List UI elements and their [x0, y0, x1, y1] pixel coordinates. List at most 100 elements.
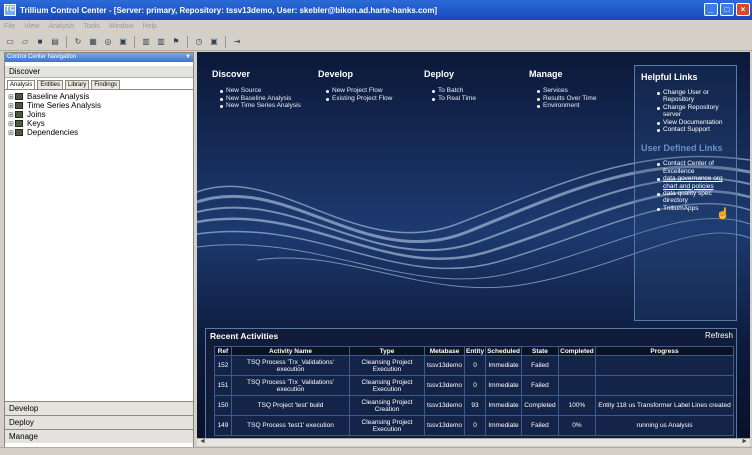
tree-item-time-series[interactable]: ⊞ Time Series Analysis [5, 101, 193, 110]
column-header[interactable]: State [520, 346, 559, 356]
table-row[interactable]: 150 TSQ Project 'test' build Cleansing P… [214, 395, 735, 416]
grid-icon[interactable]: ▦ [87, 36, 99, 48]
target-icon[interactable]: ◎ [102, 36, 114, 48]
link-data-quality-spec[interactable]: data quality spec directory [657, 190, 736, 205]
tree-item-joins[interactable]: ⊞ Joins [5, 110, 193, 119]
tree-item-baseline[interactable]: ⊞ Baseline Analysis [5, 92, 193, 101]
menu-tools[interactable]: Tools [83, 23, 99, 30]
manage-section[interactable]: Manage [5, 429, 193, 443]
column-header[interactable]: Metabase [424, 346, 465, 356]
clock-icon[interactable]: ◷ [193, 36, 205, 48]
link-contact-support[interactable]: Contact Support [657, 126, 736, 133]
menu-analysis[interactable]: Analysis [48, 23, 74, 30]
link-new-project-flow[interactable]: New Project Flow [326, 87, 418, 95]
deploy-column: Deploy To Batch To Real Time [424, 69, 514, 102]
link-results-over-time[interactable]: Results Over Time [537, 95, 629, 103]
link-to-real-time[interactable]: To Real Time [432, 95, 514, 103]
close-button[interactable]: × [736, 3, 750, 16]
link-new-source[interactable]: New Source [220, 87, 302, 95]
expand-icon[interactable]: ⊞ [8, 120, 15, 128]
cell-state: Failed [520, 375, 559, 396]
helpful-links-panel: Helpful Links Change User or Repository … [634, 65, 737, 321]
tree-item-dependencies[interactable]: ⊞ Dependencies [5, 128, 193, 137]
recent-activities-title: Recent Activities [210, 331, 279, 341]
column-header[interactable]: Scheduled [485, 346, 522, 356]
cell-entity: 93 [463, 395, 487, 416]
link-services[interactable]: Services [537, 87, 629, 95]
tab-library[interactable]: Library [65, 80, 90, 89]
link-to-batch[interactable]: To Batch [432, 87, 514, 95]
columns-icon[interactable]: ▥ [155, 36, 167, 48]
cell-entity: 0 [463, 375, 487, 396]
tab-analysis[interactable]: Analysis [7, 80, 36, 89]
horizontal-scrollbar[interactable]: ◄ ► [197, 438, 750, 446]
print-icon[interactable]: ▤ [49, 36, 61, 48]
column-header[interactable]: Type [349, 346, 425, 356]
menu-help[interactable]: Help [143, 23, 157, 30]
cell-scheduled: Immediate [485, 395, 522, 416]
expand-icon[interactable]: ⊞ [8, 93, 15, 101]
link-new-time-series-analysis[interactable]: New Time Series Analysis [220, 102, 302, 110]
expand-icon[interactable]: ⊞ [8, 129, 15, 137]
discover-section[interactable]: Discover [5, 66, 193, 78]
report-icon[interactable]: ▥ [140, 36, 152, 48]
column-header[interactable]: Completed [557, 346, 596, 356]
monitor-icon[interactable]: ▣ [208, 36, 220, 48]
manage-column: Manage Services Results Over Time Enviro… [529, 69, 629, 110]
cell-metabase: tssv13demo [424, 415, 465, 436]
link-change-repository-server[interactable]: Change Repository server [657, 104, 736, 119]
cell-type: Cleansing Project Execution [349, 415, 425, 436]
develop-title: Develop [318, 69, 354, 79]
flag-icon[interactable]: ⚑ [170, 36, 182, 48]
column-header[interactable]: Ref [214, 346, 232, 356]
column-header[interactable]: Progress [594, 346, 735, 356]
table-icon[interactable]: ▣ [117, 36, 129, 48]
tree-label: Baseline Analysis [27, 92, 90, 101]
cell-ref: 151 [214, 375, 232, 396]
chevron-down-icon[interactable]: ▼ [185, 53, 191, 62]
column-header[interactable]: Activity Name [231, 346, 350, 356]
tree-item-keys[interactable]: ⊞ Keys [5, 119, 193, 128]
toolbar-separator [134, 35, 135, 48]
column-header[interactable]: Entity [463, 346, 487, 356]
maximize-button[interactable]: □ [720, 3, 734, 16]
link-environment[interactable]: Environment [537, 102, 629, 110]
menu-view[interactable]: View [24, 23, 39, 30]
minimize-button[interactable]: _ [704, 3, 718, 16]
expand-icon[interactable]: ⊞ [8, 111, 15, 119]
cell-ref: 150 [214, 395, 232, 416]
menu-bar: File View Analysis Tools Window Help [0, 20, 752, 33]
menu-window[interactable]: Window [109, 23, 134, 30]
cell-completed: 0% [557, 415, 596, 436]
new-icon[interactable]: ▭ [4, 36, 16, 48]
link-change-user[interactable]: Change User or Repository [657, 89, 736, 104]
link-data-governance[interactable]: data governance org chart and policies [657, 175, 736, 190]
app-icon: TC [4, 4, 16, 16]
scroll-right-icon[interactable]: ► [741, 438, 748, 445]
tab-findings[interactable]: Findings [91, 80, 121, 89]
save-icon[interactable]: ■ [34, 36, 46, 48]
cell-type: Cleansing Project Execution [349, 355, 425, 376]
open-icon[interactable]: ▱ [19, 36, 31, 48]
table-row[interactable]: 152 TSQ Process 'Trx_Validations' execut… [214, 355, 735, 376]
expand-icon[interactable]: ⊞ [8, 102, 15, 110]
user-defined-links-title: User Defined Links [641, 143, 723, 154]
folder-icon [15, 120, 23, 127]
exit-icon[interactable]: ⇥ [231, 36, 243, 48]
tab-entities[interactable]: Entities [37, 80, 64, 89]
cell-activity: TSQ Process 'Trx_Validations' execution [231, 375, 350, 396]
refresh-icon[interactable]: ↻ [72, 36, 84, 48]
menu-file[interactable]: File [4, 23, 15, 30]
link-existing-project-flow[interactable]: Existing Project Flow [326, 95, 418, 103]
scroll-left-icon[interactable]: ◄ [199, 438, 206, 445]
deploy-section[interactable]: Deploy [5, 415, 193, 429]
navigation-header: Control Center Navigation ▼ [5, 53, 193, 62]
link-new-baseline-analysis[interactable]: New Baseline Analysis [220, 95, 302, 103]
link-view-documentation[interactable]: View Documentation [657, 119, 736, 126]
table-row[interactable]: 149 TSQ Process 'test1' execution Cleans… [214, 415, 735, 436]
cell-ref: 152 [214, 355, 232, 376]
table-row[interactable]: 151 TSQ Process 'Trx_Validations' execut… [214, 375, 735, 396]
develop-section[interactable]: Develop [5, 401, 193, 415]
refresh-button[interactable]: Refresh [705, 331, 733, 340]
link-contact-coe[interactable]: Contact Center of Excellence [657, 160, 736, 175]
